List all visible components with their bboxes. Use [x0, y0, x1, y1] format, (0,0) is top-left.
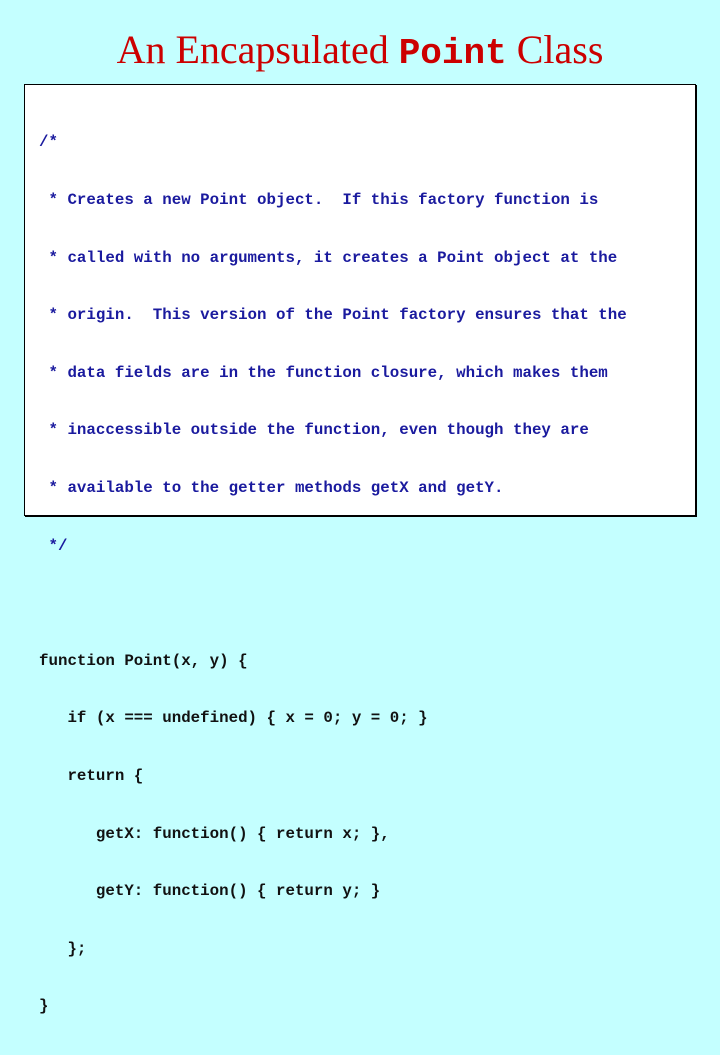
- code-line: function Point(x, y) {: [39, 651, 248, 670]
- code-line: return {: [39, 766, 144, 785]
- comment-line: /*: [39, 133, 58, 152]
- comment-line: * available to the getter methods getX a…: [39, 478, 504, 497]
- title-code-word: Point: [398, 33, 507, 74]
- code-line: if (x === undefined) { x = 0; y = 0; }: [39, 709, 428, 728]
- comment-line: * called with no arguments, it creates a…: [39, 248, 618, 267]
- title-suffix: Class: [506, 27, 604, 72]
- comment-line: * data fields are in the function closur…: [39, 363, 608, 382]
- comment-line: */: [39, 536, 68, 555]
- comment-line: * inaccessible outside the function, eve…: [39, 421, 589, 440]
- code-line: }: [39, 997, 49, 1016]
- slide-title: An Encapsulated Point Class: [0, 28, 720, 76]
- code-line: };: [39, 939, 87, 958]
- code-box: /* * Creates a new Point object. If this…: [24, 84, 696, 1015]
- comment-line: * Creates a new Point object. If this fa…: [39, 191, 599, 209]
- code-line: getX: function() { return x; },: [39, 824, 390, 843]
- code-listing: /* * Creates a new Point object. If this…: [39, 95, 627, 1055]
- title-prefix: An Encapsulated: [116, 27, 399, 72]
- code-line: getY: function() { return y; }: [39, 882, 381, 901]
- comment-line: * origin. This version of the Point fact…: [39, 306, 627, 325]
